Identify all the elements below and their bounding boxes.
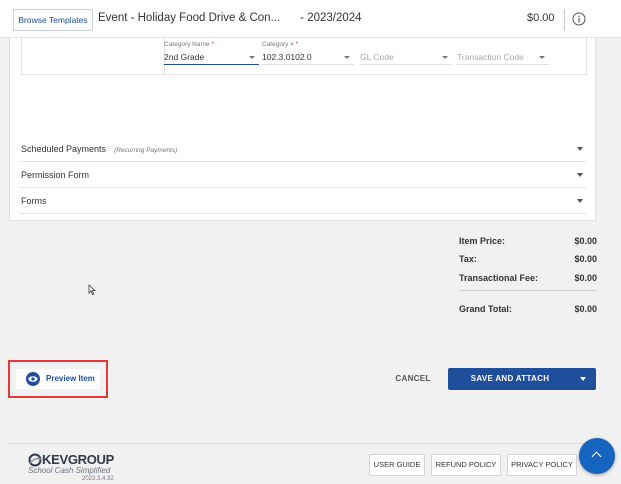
grand-total-label: Grand Total:: [459, 304, 512, 314]
app-version: 2023.3.4.32: [82, 476, 114, 482]
transactional-fee-value: $0.00: [574, 273, 597, 283]
logo-wordmark: KEVGROUP: [42, 452, 115, 467]
transaction-code-placeholder: Transaction Code: [457, 52, 524, 62]
gl-code-placeholder: GL Code: [360, 52, 394, 62]
transactional-fee-label: Transactional Fee:: [459, 273, 539, 283]
item-price-label: Item Price:: [459, 236, 506, 246]
chevron-down-icon[interactable]: [577, 173, 583, 177]
event-title: Event - Holiday Food Drive & Con...: [98, 12, 281, 24]
header-price: $0.00: [527, 12, 555, 24]
tax-value: $0.00: [574, 254, 597, 264]
scroll-to-top-button[interactable]: [579, 438, 615, 474]
totals-divider: [459, 290, 597, 291]
chevron-down-icon: [442, 56, 448, 59]
category-name-value: 2nd Grade: [164, 52, 205, 62]
eye-icon: [26, 372, 40, 386]
save-and-attach-label: SAVE AND ATTACH: [470, 374, 550, 383]
permission-form-label: Permission Form: [21, 170, 90, 180]
transactional-fee-row: Transactional Fee: $0.00: [459, 273, 597, 285]
category-name-label: Category Name *: [164, 41, 214, 48]
transaction-code-select[interactable]: Transaction Code: [457, 51, 549, 65]
cursor-icon: [88, 284, 97, 296]
forms-label: Forms: [21, 196, 47, 206]
category-fields-box: Category Name * 2nd Grade Category # * 1…: [21, 38, 587, 75]
forms-section[interactable]: Forms: [20, 189, 586, 214]
scheduled-payments-section[interactable]: Scheduled Payments (Recurring Payments): [20, 137, 586, 162]
item-price-row: Item Price: $0.00: [459, 236, 597, 248]
category-name-select[interactable]: 2nd Grade: [164, 51, 259, 65]
preview-highlight-box: Preview Item: [8, 360, 108, 398]
browse-templates-button[interactable]: Browse Templates: [13, 9, 93, 31]
item-price-value: $0.00: [574, 236, 597, 246]
chevron-up-icon: [591, 451, 602, 462]
category-name-field[interactable]: Category Name * 2nd Grade: [164, 41, 259, 65]
chevron-down-icon: [539, 56, 545, 59]
gl-code-field[interactable]: GL Code: [360, 48, 452, 65]
grand-total-value: $0.00: [574, 304, 597, 314]
transaction-code-field[interactable]: Transaction Code: [457, 48, 549, 65]
refund-policy-button[interactable]: REFUND POLICY: [431, 454, 501, 476]
grand-total-row: Grand Total: $0.00: [459, 304, 597, 316]
preview-item-label: Preview Item: [46, 374, 95, 383]
chevron-down-icon[interactable]: [580, 377, 586, 381]
page-title: Event - Holiday Food Drive & Con... - 202…: [98, 12, 362, 24]
logo-swoosh-icon: [28, 453, 42, 467]
footer-divider: [9, 443, 596, 444]
preview-item-button[interactable]: Preview Item: [16, 369, 100, 389]
save-and-attach-button[interactable]: SAVE AND ATTACH: [448, 368, 596, 390]
privacy-policy-button[interactable]: PRIVACY POLICY: [507, 454, 577, 476]
school-year: - 2023/2024: [300, 12, 362, 24]
kevgroup-logo: KEVGROUP School Cash Simplified 2023.3.4…: [28, 452, 138, 484]
item-details-card: Category Name * 2nd Grade Category # * 1…: [9, 38, 596, 221]
user-guide-button[interactable]: USER GUIDE: [369, 454, 425, 476]
gl-code-select[interactable]: GL Code: [360, 51, 452, 65]
chevron-down-icon[interactable]: [577, 147, 583, 151]
category-number-select[interactable]: 102.3.0102.0: [262, 51, 354, 65]
tax-row: Tax: $0.00: [459, 254, 597, 266]
category-number-field[interactable]: Category # * 102.3.0102.0: [262, 41, 354, 65]
chevron-down-icon: [344, 56, 350, 59]
scheduled-payments-label: Scheduled Payments (Recurring Payments): [21, 144, 178, 154]
category-number-value: 102.3.0102.0: [262, 52, 312, 62]
top-bar: Browse Templates Event - Holiday Food Dr…: [0, 0, 621, 38]
chevron-down-icon: [249, 56, 255, 59]
category-number-label: Category # *: [262, 41, 299, 48]
recurring-payments-note: (Recurring Payments): [114, 147, 178, 154]
cancel-button[interactable]: CANCEL: [388, 370, 438, 388]
info-icon[interactable]: [572, 12, 586, 26]
header-divider: [564, 9, 565, 31]
tax-label: Tax:: [459, 254, 477, 264]
logo-tagline: School Cash Simplified: [28, 466, 111, 475]
chevron-down-icon[interactable]: [577, 199, 583, 203]
permission-form-section[interactable]: Permission Form: [20, 163, 586, 188]
